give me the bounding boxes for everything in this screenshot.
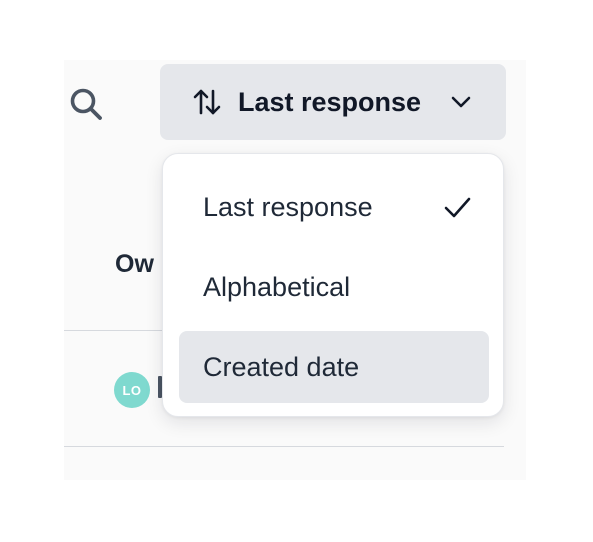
- menu-item-alphabetical[interactable]: Alphabetical: [179, 251, 489, 323]
- avatar-initials: LO: [122, 382, 142, 398]
- menu-item-label: Alphabetical: [203, 271, 351, 302]
- avatar: LO: [114, 372, 150, 408]
- sort-dropdown-button[interactable]: Last response: [160, 64, 506, 140]
- chevron-down-icon: [448, 89, 474, 115]
- sort-arrows-icon: [192, 87, 222, 117]
- menu-item-last-response[interactable]: Last response: [179, 171, 489, 243]
- row-divider: [64, 446, 504, 447]
- column-header-owner[interactable]: Ow: [115, 250, 154, 279]
- menu-item-created-date[interactable]: Created date: [179, 331, 489, 403]
- sort-options-menu: Last response Alphabetical Created date: [162, 153, 504, 417]
- menu-item-label: Last response: [203, 191, 373, 222]
- menu-item-label: Created date: [203, 351, 360, 382]
- sort-button-label: Last response: [238, 86, 422, 117]
- search-icon[interactable]: [68, 86, 104, 122]
- screen: Ow LO Last response Last response Alphab…: [0, 0, 593, 542]
- check-icon: [443, 194, 471, 222]
